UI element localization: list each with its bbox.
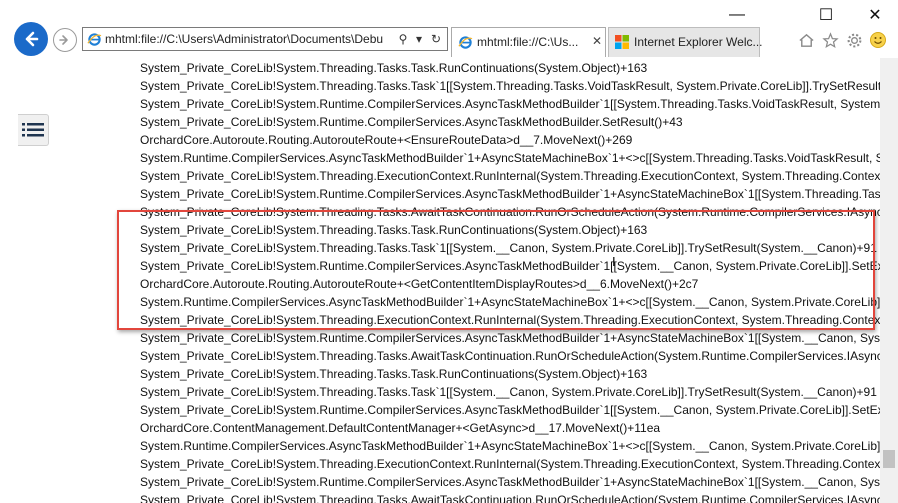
- close-window-button[interactable]: ✕: [852, 0, 898, 30]
- search-icon[interactable]: ⚲: [395, 31, 411, 47]
- stack-trace-line: System_Private_CoreLib!System.Threading.…: [140, 61, 648, 75]
- ie-logo-icon: [458, 36, 473, 49]
- stack-trace-line: System_Private_CoreLib!System.Threading.…: [140, 169, 880, 183]
- stack-trace-line: System_Private_CoreLib!System.Threading.…: [140, 385, 877, 399]
- home-icon[interactable]: [796, 30, 816, 50]
- close-tab-icon[interactable]: ✕: [592, 34, 602, 48]
- vertical-scrollbar[interactable]: [880, 58, 898, 503]
- minimize-button[interactable]: —: [714, 0, 760, 30]
- tab-label: mhtml:file://C:\Us...: [477, 35, 579, 49]
- stack-trace-line: System_Private_CoreLib!System.Threading.…: [140, 349, 880, 363]
- stack-trace-line: System.Runtime.CompilerServices.AsyncTas…: [140, 439, 880, 453]
- tab-mhtml[interactable]: mhtml:file://C:\Us... ✕: [451, 27, 606, 57]
- address-bar[interactable]: mhtml:file://C:\Users\Administrator\Docu…: [82, 27, 448, 51]
- refresh-icon[interactable]: ↻: [428, 31, 444, 47]
- stack-trace-line: System_Private_CoreLib!System.Runtime.Co…: [140, 97, 880, 111]
- stack-trace-line: System_Private_CoreLib!System.Threading.…: [140, 241, 877, 255]
- stack-trace-line: OrchardCore.Autoroute.Routing.AutorouteR…: [140, 277, 699, 291]
- stack-trace-line: System_Private_CoreLib!System.Threading.…: [140, 457, 880, 471]
- smiley-feedback-icon[interactable]: [868, 30, 888, 50]
- stack-trace-line: System_Private_CoreLib!System.Threading.…: [140, 79, 880, 93]
- stack-trace-line: System_Private_CoreLib!System.Runtime.Co…: [140, 403, 880, 417]
- maximize-button[interactable]: ☐: [803, 0, 849, 30]
- address-input[interactable]: mhtml:file://C:\Users\Administrator\Docu…: [105, 32, 389, 46]
- ie-logo-icon: [87, 33, 102, 46]
- stack-trace-line: System_Private_CoreLib!System.Runtime.Co…: [140, 115, 683, 129]
- stack-trace-line: System_Private_CoreLib!System.Threading.…: [140, 313, 880, 327]
- stack-trace-line: System_Private_CoreLib!System.Threading.…: [140, 205, 880, 219]
- text-cursor-icon: I: [612, 254, 616, 269]
- stack-trace-line: System.Runtime.CompilerServices.AsyncTas…: [140, 151, 880, 165]
- tab-ie-welcome[interactable]: Internet Explorer Welc...: [608, 27, 763, 57]
- forward-button[interactable]: [53, 28, 77, 52]
- tab-label: Internet Explorer Welc...: [634, 35, 763, 49]
- stack-trace-line: System_Private_CoreLib!System.Threading.…: [140, 367, 648, 381]
- dropdown-icon[interactable]: ▾: [411, 31, 427, 47]
- stack-trace-line: System.Runtime.CompilerServices.AsyncTas…: [140, 295, 880, 309]
- favorites-star-icon[interactable]: [820, 30, 840, 50]
- menu-list-button[interactable]: [18, 114, 49, 146]
- gear-icon[interactable]: [844, 30, 864, 50]
- back-button[interactable]: [14, 22, 48, 56]
- stack-trace-line: System_Private_CoreLib!System.Threading.…: [140, 223, 648, 237]
- new-tab-button[interactable]: [763, 27, 785, 57]
- arrow-left-icon: [25, 31, 39, 47]
- stack-trace-line: System_Private_CoreLib!System.Runtime.Co…: [140, 331, 880, 345]
- stack-trace-line: OrchardCore.Autoroute.Routing.AutorouteR…: [140, 133, 633, 147]
- list-icon: [22, 123, 44, 137]
- stack-trace-line: OrchardCore.ContentManagement.DefaultCon…: [140, 421, 661, 435]
- stack-trace-line: System_Private_CoreLib!System.Runtime.Co…: [140, 475, 880, 489]
- page-content: System_Private_CoreLib!System.Threading.…: [0, 58, 880, 503]
- title-bar: — ☐ ✕ mhtml:file://C:\Users\Administrato…: [0, 0, 898, 58]
- arrow-right-icon: [59, 35, 68, 45]
- scrollbar-thumb[interactable]: [883, 450, 895, 468]
- windows-logo-icon: [615, 35, 629, 49]
- stack-trace-line: System_Private_CoreLib!System.Threading.…: [140, 493, 880, 503]
- stack-trace-line: System_Private_CoreLib!System.Runtime.Co…: [140, 187, 880, 201]
- stack-trace-line: System_Private_CoreLib!System.Runtime.Co…: [140, 259, 880, 273]
